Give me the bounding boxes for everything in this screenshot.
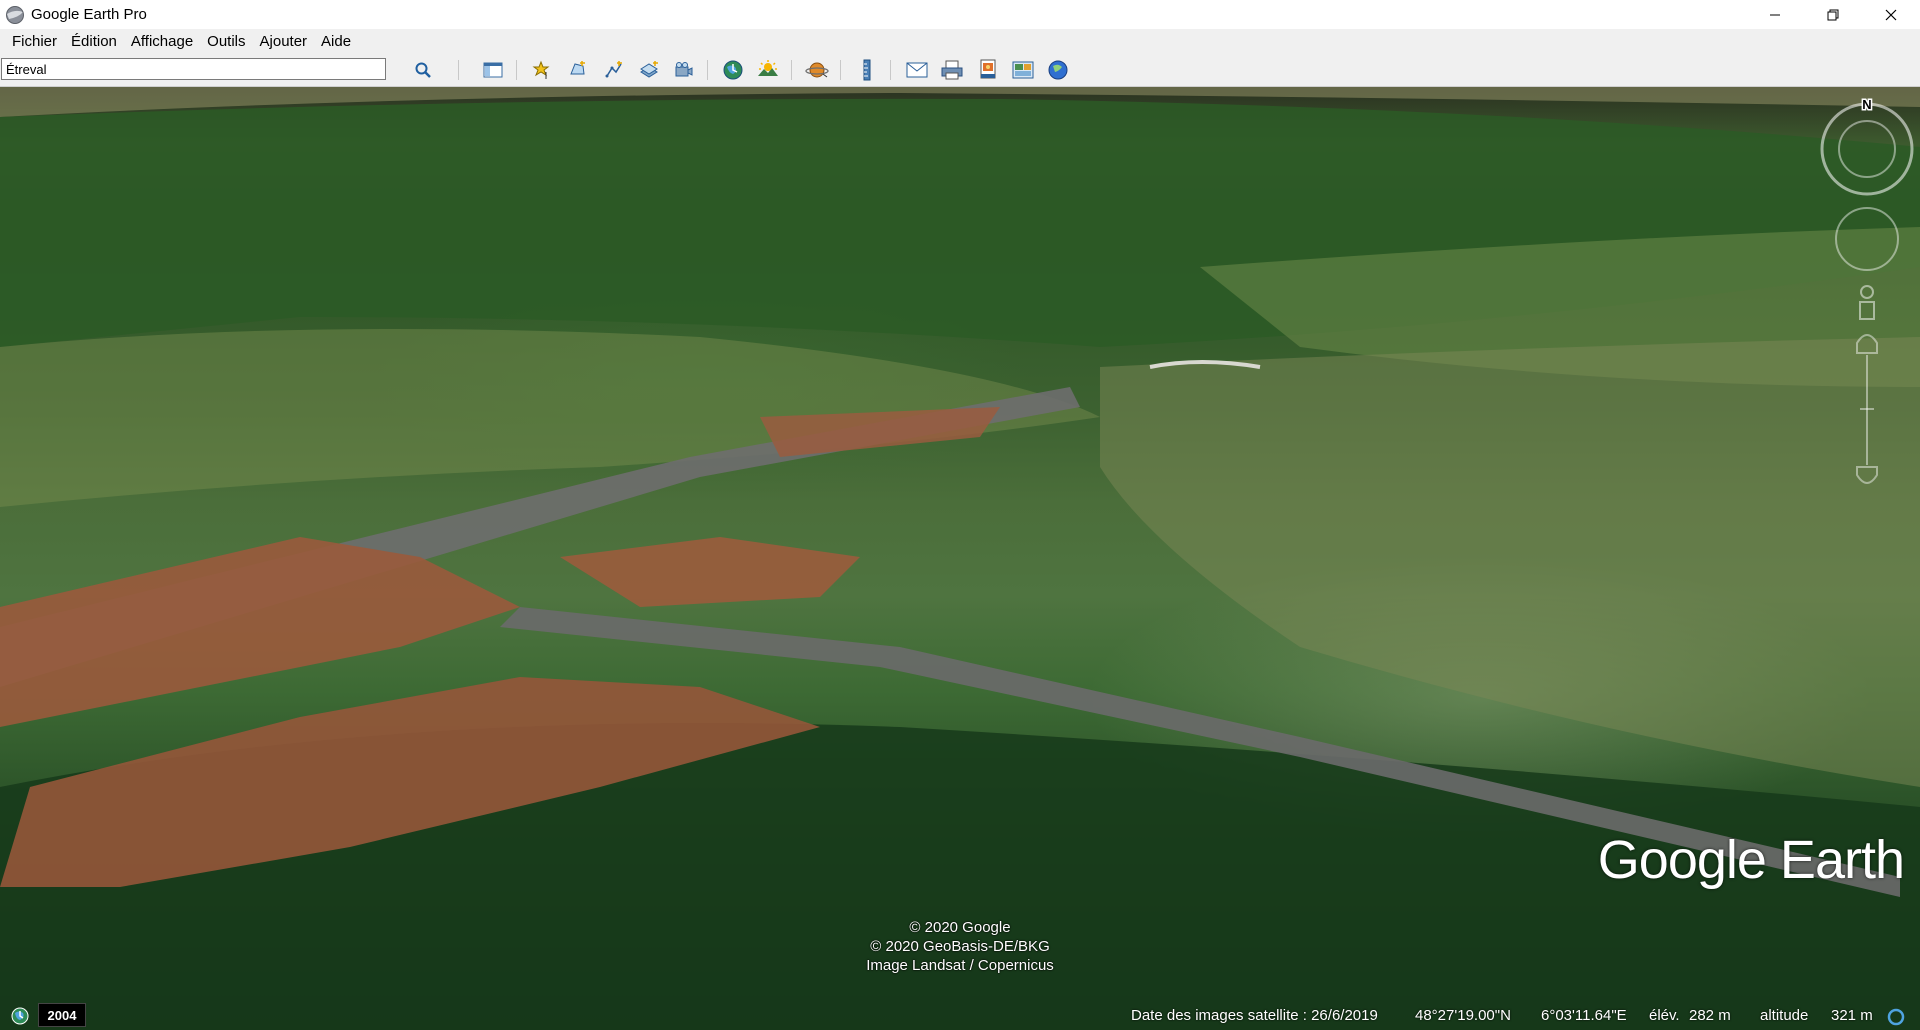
elevation-value: 282 m — [1689, 1007, 1731, 1024]
latitude-readout: 48°27'19.00"N — [1415, 1007, 1511, 1024]
copyright-line: © 2020 Google — [909, 919, 1011, 936]
altitude-value: 321 m — [1831, 1007, 1873, 1024]
look-joystick[interactable] — [1820, 102, 1914, 196]
path-icon — [605, 61, 622, 78]
google-earth-logo-icon — [6, 5, 24, 24]
move-joystick[interactable] — [1835, 207, 1899, 271]
image-overlay-icon — [640, 61, 658, 78]
menu-bar: Fichier Édition Affichage Outils Ajouter… — [0, 29, 1920, 54]
map-maker-button[interactable] — [1009, 57, 1037, 83]
sidebar-icon — [483, 62, 503, 78]
copyright-line: Image Landsat / Copernicus — [866, 957, 1054, 974]
menu-aide[interactable]: Aide — [315, 33, 359, 50]
navigation-controls: N — [1810, 87, 1920, 547]
add-path-button[interactable] — [600, 57, 628, 83]
add-polygon-button[interactable] — [564, 57, 592, 83]
ruler-button[interactable] — [853, 57, 881, 83]
add-placemark-button[interactable] — [528, 57, 556, 83]
search-icon — [415, 62, 431, 78]
record-tour-icon — [675, 62, 693, 77]
save-image-icon — [980, 59, 996, 79]
title-bar: Google Earth Pro — [0, 0, 1920, 29]
menu-fichier[interactable]: Fichier — [6, 33, 65, 50]
longitude-readout: 6°03'11.64"E — [1541, 1007, 1627, 1024]
zoom-slider[interactable] — [1856, 334, 1878, 484]
compass-north-label[interactable]: N — [1861, 96, 1873, 114]
imagery-year-badge[interactable]: 2004 — [38, 1003, 86, 1027]
planets-button[interactable] — [803, 57, 831, 83]
add-image-overlay-button[interactable] — [635, 57, 663, 83]
sunlight-icon — [758, 60, 778, 76]
close-icon — [1885, 9, 1897, 20]
email-icon — [906, 62, 928, 78]
placemark-icon — [532, 60, 550, 79]
google-maps-button[interactable] — [1044, 57, 1072, 83]
menu-outils[interactable]: Outils — [201, 33, 253, 50]
google-maps-icon — [1048, 60, 1068, 80]
search-button[interactable] — [409, 57, 437, 83]
street-view-pegman-icon[interactable] — [1859, 285, 1875, 320]
print-button[interactable] — [938, 57, 966, 83]
print-icon — [941, 60, 963, 80]
minimize-icon — [1770, 14, 1780, 15]
email-button[interactable] — [903, 57, 931, 83]
menu-edition[interactable]: Édition — [65, 33, 125, 50]
sidebar-button[interactable] — [479, 57, 507, 83]
close-button[interactable] — [1862, 0, 1920, 29]
window-title: Google Earth Pro — [31, 6, 147, 23]
ruler-icon — [863, 59, 871, 81]
copyright-notice: © 2020 Google © 2020 GeoBasis-DE/BKG Ima… — [0, 918, 1920, 975]
menu-affichage[interactable]: Affichage — [125, 33, 201, 50]
3d-viewer[interactable]: N © 2020 Google © 2020 GeoBasis-DE/BKG I… — [0, 87, 1920, 1030]
historical-imagery-icon — [723, 60, 743, 80]
planets-icon — [805, 62, 829, 78]
copyright-line: © 2020 GeoBasis-DE/BKG — [870, 938, 1050, 955]
save-image-button[interactable] — [974, 57, 1002, 83]
historical-imagery-button[interactable] — [719, 57, 747, 83]
minimize-button[interactable] — [1746, 0, 1804, 29]
toolbar — [0, 54, 1920, 87]
menu-ajouter[interactable]: Ajouter — [254, 33, 316, 50]
status-bar: 2004 Date des images satellite : 26/6/20… — [0, 1002, 1920, 1030]
google-earth-watermark: Google Earth — [1597, 830, 1905, 890]
imagery-date: Date des images satellite : 26/6/2019 — [1131, 1007, 1378, 1024]
record-tour-button[interactable] — [670, 57, 698, 83]
historical-imagery-icon[interactable] — [9, 1005, 31, 1027]
streaming-progress-icon — [1887, 1008, 1905, 1026]
elevation-label: élév. — [1649, 1007, 1680, 1024]
restore-button[interactable] — [1804, 0, 1862, 29]
map-maker-icon — [1012, 61, 1034, 79]
restore-icon — [1827, 9, 1839, 20]
search-input[interactable] — [1, 58, 386, 80]
altitude-label: altitude — [1760, 1007, 1809, 1024]
polygon-icon — [570, 61, 585, 75]
sunlight-button[interactable] — [754, 57, 782, 83]
